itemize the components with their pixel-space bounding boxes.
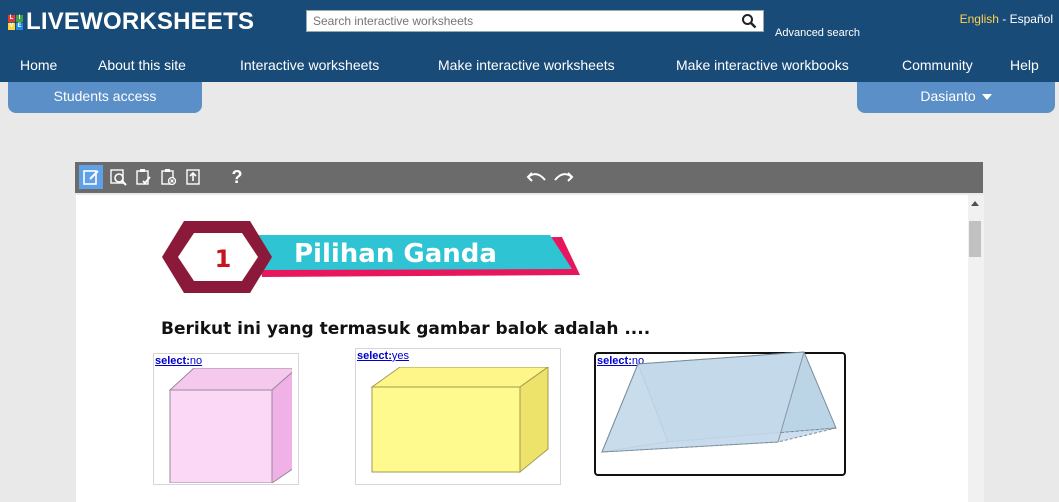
export-tool-button[interactable] (181, 165, 205, 189)
cuboid-image (370, 367, 549, 474)
prism-image (601, 351, 837, 453)
answer-option[interactable]: select:yes (355, 348, 561, 485)
select-label: select:yes (357, 350, 409, 362)
clipboard-x-icon (161, 169, 177, 186)
nav-help[interactable]: Help (1010, 57, 1039, 73)
redo-button[interactable] (551, 165, 575, 189)
nav-make-worksheets[interactable]: Make interactive worksheets (438, 57, 615, 73)
edit-icon (83, 170, 99, 185)
answer-option[interactable]: select:no (153, 353, 299, 485)
worksheet-toolbar: ? (75, 162, 983, 193)
logo-letter: E (16, 22, 23, 30)
advanced-search-link[interactable]: Advanced search (775, 27, 860, 39)
nav-make-workbooks[interactable]: Make interactive workbooks (676, 57, 849, 73)
export-icon (186, 169, 200, 185)
select-label: select:no (155, 355, 203, 367)
scroll-up-arrow-icon[interactable] (971, 201, 979, 206)
site-logo[interactable]: L I V E LIVEWORKSHEETS (8, 8, 254, 36)
main-nav: Home About this site Interactive workshe… (0, 53, 1059, 81)
nav-home[interactable]: Home (20, 57, 57, 73)
logo-letter: L (8, 14, 15, 22)
lang-english-link[interactable]: English (960, 12, 999, 26)
search-input[interactable] (307, 11, 739, 31)
scroll-thumb[interactable] (969, 221, 981, 257)
preview-icon (110, 169, 127, 186)
caret-down-icon (981, 94, 992, 101)
students-access-tab[interactable]: Students access (8, 82, 202, 113)
language-switcher: English - Español (960, 12, 1053, 26)
search-box (306, 10, 764, 32)
nav-about[interactable]: About this site (98, 57, 186, 73)
lang-separator: - (998, 12, 1010, 26)
undo-icon (526, 172, 546, 182)
user-menu-tab[interactable]: Dasianto (857, 82, 1055, 113)
undo-button[interactable] (525, 165, 549, 189)
logo-mark: L I V E (8, 14, 23, 30)
nav-interactive-worksheets[interactable]: Interactive worksheets (240, 57, 379, 73)
section-title: Pilihan Ganda (294, 239, 497, 269)
cube-image (168, 368, 292, 483)
question-number: 1 (214, 245, 232, 273)
nav-community[interactable]: Community (902, 57, 973, 73)
vertical-scrollbar[interactable] (968, 195, 984, 502)
clipboard-check-icon (136, 169, 151, 185)
logo-letter: V (8, 22, 15, 30)
lang-spanish-link[interactable]: Español (1010, 12, 1053, 26)
check-answers-tool-button[interactable] (131, 165, 155, 189)
top-header: L I V E LIVEWORKSHEETS Advanced search E… (0, 0, 1059, 82)
preview-tool-button[interactable] (106, 165, 130, 189)
search-icon[interactable] (741, 13, 757, 29)
answer-option[interactable]: select:no (594, 351, 846, 476)
question-text: Berikut ini yang termasuk gambar balok a… (161, 319, 651, 339)
help-icon: ? (231, 166, 243, 187)
edit-tool-button[interactable] (79, 165, 103, 189)
redo-icon (554, 172, 574, 182)
logo-text: LIVEWORKSHEETS (26, 8, 255, 35)
clear-answers-tool-button[interactable] (156, 165, 180, 189)
help-tool-button[interactable]: ? (225, 165, 249, 189)
user-name: Dasianto (920, 88, 976, 104)
worksheet-canvas: 1 Pilihan Ganda Berikut ini yang termasu… (76, 195, 968, 502)
logo-letter: I (16, 14, 23, 22)
